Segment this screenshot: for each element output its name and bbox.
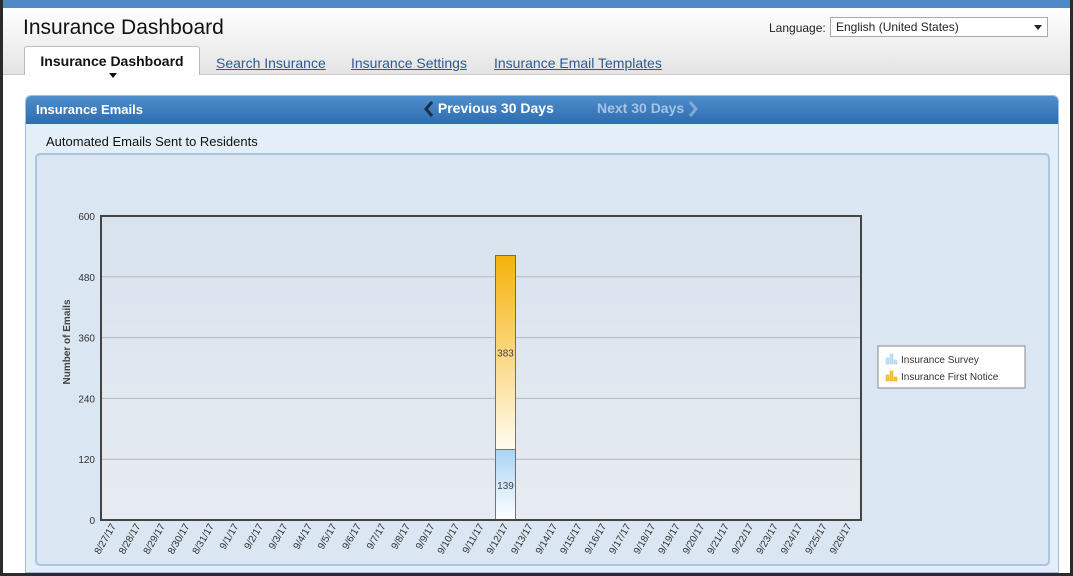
app-frame: Insurance Dashboard Language: English (U… [3,0,1070,573]
x-tick-label: 9/18/17 [632,522,658,557]
x-tick-label: 9/7/17 [365,522,389,552]
x-tick-label: 8/31/17 [191,522,217,557]
x-tick-label: 9/9/17 [414,522,438,552]
previous-30-days-button[interactable]: Previous 30 Days [424,100,554,118]
x-tick-label: 9/4/17 [292,522,316,552]
active-tab-marker-icon [109,73,117,78]
x-tick-label: 8/29/17 [142,522,168,557]
legend-survey-icon [889,353,894,365]
chevron-down-icon[interactable] [1034,25,1042,30]
x-tick-label: 9/8/17 [390,522,414,552]
x-tick-label: 9/23/17 [755,522,781,557]
insurance-emails-panel: Insurance Emails Previous 30 Days Next 3… [25,95,1059,573]
x-tick-label: 9/14/17 [534,522,560,557]
chevron-right-icon [688,101,699,118]
legend-first-notice-icon [889,370,894,382]
top-accent-bar [3,0,1070,8]
x-tick-label: 9/16/17 [583,522,609,557]
y-axis-label: Number of Emails [62,299,73,384]
tab-insurance-settings[interactable]: Insurance Settings [351,55,467,71]
x-tick-label: 9/10/17 [436,522,462,557]
legend-item-label: Insurance First Notice [901,372,999,383]
x-tick-label: 9/1/17 [218,522,242,552]
emails-chart: 0 120 240 360 480 600 139 383 8/27/178/28/178/29… [62,212,1026,557]
x-tick-label: 9/3/17 [267,522,291,552]
y-tick-label: 480 [78,273,95,284]
x-tick-label: 9/26/17 [828,522,854,557]
x-tick-label: 9/6/17 [341,522,365,552]
x-tick-label: 9/2/17 [243,522,267,552]
page-title: Insurance Dashboard [23,16,224,39]
x-tick-label: 9/20/17 [681,522,707,557]
legend-item-label: Insurance Survey [901,355,979,366]
plot-area [101,216,861,520]
legend-first-notice-icon [893,376,898,382]
legend-first-notice-icon [885,374,890,382]
data-label: 383 [497,349,514,360]
header: Insurance Dashboard Language: English (U… [3,8,1070,78]
y-tick-label: 360 [78,334,95,345]
x-tick-label: 8/27/17 [93,522,119,557]
legend-survey-icon [893,359,898,365]
tab-insurance-email-templates[interactable]: Insurance Email Templates [494,55,662,71]
x-tick-label: 9/15/17 [558,522,584,557]
x-tick-label: 9/21/17 [706,522,732,557]
tab-insurance-dashboard[interactable]: Insurance Dashboard [24,46,200,78]
language-select-value: English (United States) [836,20,959,34]
x-tick-label: 9/17/17 [607,522,633,557]
x-tick-label: 9/24/17 [779,522,805,557]
x-tick-label: 8/30/17 [166,522,192,557]
next-30-days-button[interactable]: Next 30 Days [597,100,699,118]
chart-subtitle: Automated Emails Sent to Residents [46,134,258,149]
tab-search-insurance[interactable]: Search Insurance [216,55,326,71]
panel-title: Insurance Emails [36,102,143,117]
x-tick-label: 9/12/17 [485,522,511,557]
previous-30-days-label: Previous 30 Days [437,100,554,116]
language-label: Language: [769,21,826,35]
next-30-days-label: Next 30 Days [597,100,685,116]
y-tick-label: 600 [78,212,95,223]
y-tick-label: 0 [89,516,95,527]
x-tick-label: 9/19/17 [657,522,683,557]
x-tick-label: 9/25/17 [804,522,830,557]
x-tick-label: 8/28/17 [117,522,143,557]
y-tick-label: 240 [78,394,95,405]
legend-survey-icon [885,357,890,365]
x-tick-label: 9/22/17 [730,522,756,557]
y-tick-label: 120 [78,455,95,466]
tab-label: Insurance Dashboard [40,53,184,69]
panel-header: Insurance Emails Previous 30 Days Next 3… [26,96,1058,124]
chevron-left-icon [424,101,434,118]
x-tick-label: 9/5/17 [316,522,340,552]
language-select[interactable]: English (United States) [830,17,1048,37]
x-tick-label: 9/11/17 [461,522,487,556]
x-tick-label: 9/13/17 [509,522,535,557]
data-label: 139 [497,481,514,492]
chart-container: 0 120 240 360 480 600 139 383 8/27/17 8/28/17 8/29… [35,153,1050,566]
